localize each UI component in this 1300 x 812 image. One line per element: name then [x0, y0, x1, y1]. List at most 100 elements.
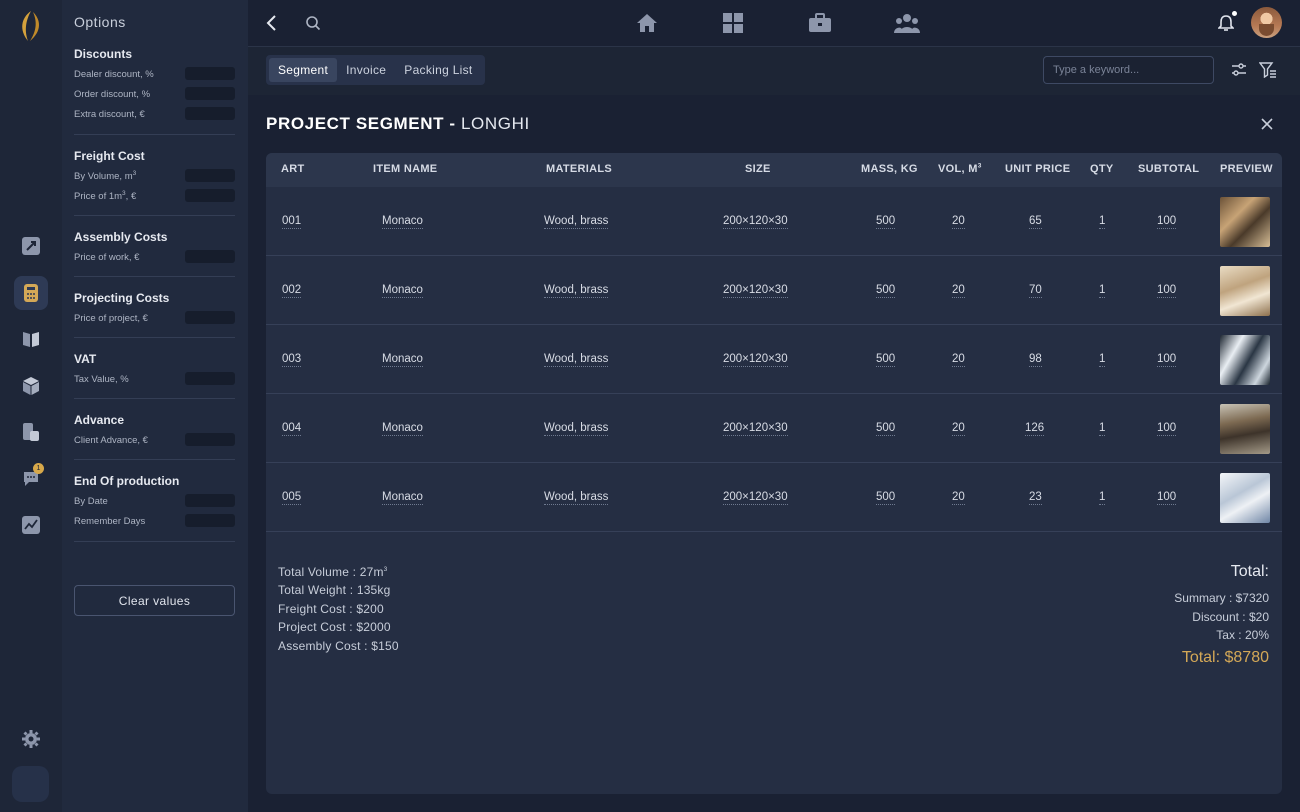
option-label: By Date	[74, 496, 108, 507]
nav-projects[interactable]	[807, 11, 833, 35]
cell-art: 001	[282, 215, 302, 229]
dealer-discount-field[interactable]	[185, 67, 235, 80]
cell-subtotal: 100	[1157, 491, 1177, 505]
col-art[interactable]: ART	[281, 163, 305, 175]
cell-unit-price: 70	[1029, 284, 1042, 298]
col-preview: PREVIEW	[1220, 163, 1273, 175]
table-row[interactable]: 003 Monaco Wood, brass 200×120×30 500 20…	[266, 325, 1282, 394]
group-projecting: Projecting Costs Price of project, €	[74, 291, 235, 338]
rail-documents[interactable]	[14, 415, 48, 449]
rail-analytics[interactable]	[14, 508, 48, 542]
cell-unit-price: 65	[1029, 215, 1042, 229]
cell-size: 200×120×30	[723, 215, 788, 229]
group-title: End Of production	[74, 474, 180, 488]
group-title: VAT	[74, 352, 97, 366]
keyword-search-input[interactable]	[1043, 56, 1214, 84]
rail-box[interactable]	[14, 369, 48, 403]
cell-volume: 20	[952, 491, 965, 505]
close-button[interactable]	[1259, 116, 1275, 132]
project-cost: Project Cost : $2000	[278, 620, 391, 635]
preview-image[interactable]	[1220, 473, 1270, 523]
group-freight: Freight Cost By Volume, m3 Price of 1m3,…	[74, 149, 235, 216]
cell-unit-price: 126	[1025, 422, 1045, 436]
assembly-price-field[interactable]	[185, 250, 235, 263]
rail-book[interactable]	[14, 322, 48, 356]
order-discount-field[interactable]	[185, 87, 235, 100]
cell-qty: 1	[1099, 284, 1106, 298]
tax-value-field[interactable]	[185, 372, 235, 385]
col-materials[interactable]: MATERIALS	[546, 163, 612, 175]
rail-settings[interactable]	[14, 722, 48, 756]
table-row[interactable]: 001 Monaco Wood, brass 200×120×30 500 20…	[266, 187, 1282, 256]
cell-art: 002	[282, 284, 302, 298]
by-date-field[interactable]	[185, 494, 235, 507]
nav-team[interactable]	[892, 11, 922, 35]
extra-discount-field[interactable]	[185, 107, 235, 120]
option-label: Price of work, €	[74, 252, 140, 263]
cell-art: 004	[282, 422, 302, 436]
filter-icon	[1258, 62, 1276, 79]
table-row[interactable]: 002 Monaco Wood, brass 200×120×30 500 20…	[266, 256, 1282, 325]
col-subtotal[interactable]: SUBTOTAL	[1138, 163, 1199, 175]
tab-invoice[interactable]: Invoice	[337, 58, 395, 82]
team-icon	[894, 14, 920, 33]
col-unit-price[interactable]: UNIT PRICE	[1005, 163, 1070, 175]
col-qty[interactable]: QTY	[1090, 163, 1114, 175]
table-row[interactable]: 005 Monaco Wood, brass 200×120×30 500 20…	[266, 463, 1282, 532]
gear-icon	[22, 730, 40, 748]
divider	[74, 541, 235, 542]
grand-total: Total: $8780	[1181, 648, 1269, 666]
cell-mass: 500	[876, 284, 896, 298]
cell-item-name: Monaco	[382, 284, 423, 298]
filter-button[interactable]	[1258, 62, 1277, 79]
search-button[interactable]	[303, 13, 323, 33]
analytics-icon	[22, 516, 40, 534]
avatar[interactable]	[1251, 7, 1282, 38]
preview-image[interactable]	[1220, 266, 1270, 316]
divider	[74, 337, 235, 338]
option-label: Price of project, €	[74, 313, 148, 324]
preview-image[interactable]	[1220, 335, 1270, 385]
freight-price-field[interactable]	[185, 189, 235, 202]
option-label: Extra discount, €	[74, 109, 145, 120]
back-button[interactable]	[262, 13, 282, 33]
rail-chat[interactable]: 1	[14, 461, 48, 495]
tab-packing-list[interactable]: Packing List	[395, 58, 481, 82]
chevron-left-icon	[266, 15, 276, 31]
freight-volume-field[interactable]	[185, 169, 235, 182]
cell-art: 005	[282, 491, 302, 505]
project-price-field[interactable]	[185, 311, 235, 324]
option-row: Price of work, €	[74, 248, 235, 268]
rail-rocket[interactable]	[14, 229, 48, 263]
rail-bottom-tile[interactable]	[12, 766, 49, 802]
documents-icon	[23, 423, 39, 441]
nav-dashboard[interactable]	[720, 11, 746, 35]
filter-settings-button[interactable]	[1231, 62, 1249, 78]
client-advance-field[interactable]	[185, 433, 235, 446]
sliders-icon	[1232, 63, 1246, 76]
col-item-name[interactable]: ITEM NAME	[373, 163, 437, 175]
cell-size: 200×120×30	[723, 422, 788, 436]
icon-rail: 1	[0, 0, 62, 812]
cell-item-name: Monaco	[382, 215, 423, 229]
rail-calculator[interactable]	[14, 276, 48, 310]
option-label: Order discount, %	[74, 89, 151, 100]
group-title: Projecting Costs	[74, 291, 170, 305]
nav-home[interactable]	[634, 11, 660, 35]
tab-segment[interactable]: Segment	[269, 58, 338, 82]
group-advance: Advance Client Advance, €	[74, 413, 235, 460]
col-volume[interactable]: VOL, M3	[938, 163, 982, 175]
option-row: Client Advance, €	[74, 431, 235, 451]
cell-volume: 20	[952, 215, 965, 229]
cell-item-name: Monaco	[382, 491, 423, 505]
freight-cost: Freight Cost : $200	[278, 601, 384, 616]
clear-values-button[interactable]: Clear values	[74, 585, 235, 616]
col-size[interactable]: SIZE	[745, 163, 771, 175]
remember-days-field[interactable]	[185, 514, 235, 527]
preview-image[interactable]	[1220, 404, 1270, 454]
table-row[interactable]: 004 Monaco Wood, brass 200×120×30 500 20…	[266, 394, 1282, 463]
option-label: Remember Days	[74, 516, 146, 527]
col-mass[interactable]: MASS, KG	[861, 163, 918, 175]
preview-image[interactable]	[1220, 197, 1270, 247]
option-label: Client Advance, €	[74, 435, 148, 446]
